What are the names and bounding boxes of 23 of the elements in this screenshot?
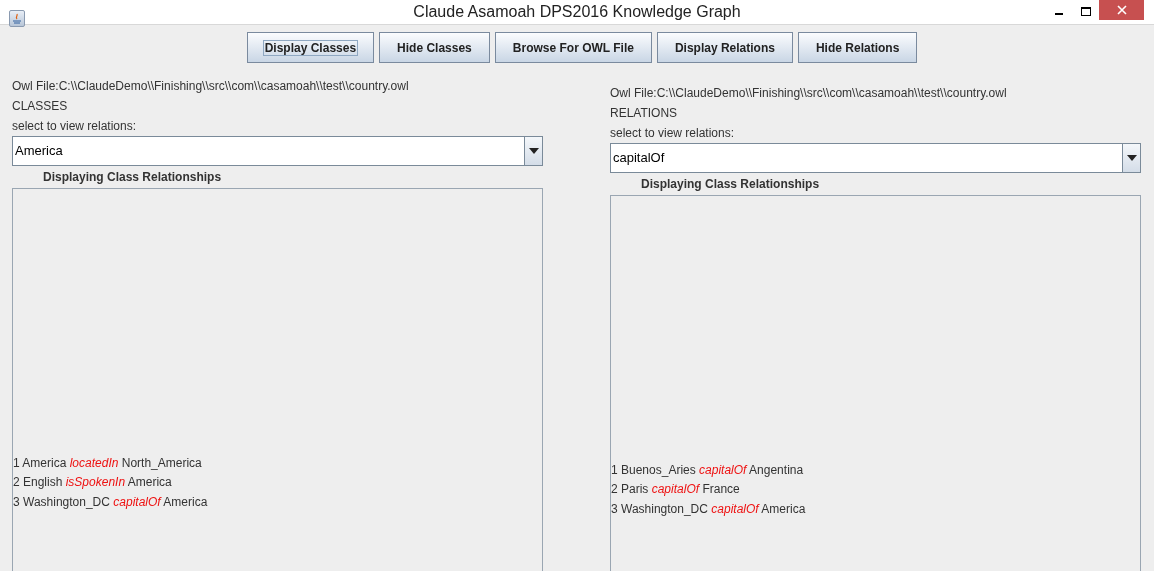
toolbar-button[interactable]: Display Relations (656, 32, 793, 63)
caret-icon (1122, 144, 1140, 172)
window-title: Claude Asamoah DPS2016 Knowledge Graph (413, 2, 741, 22)
relation-line: 2 Paris capitalOf France (611, 481, 741, 498)
caption: Displaying Class Relationships (42, 169, 222, 186)
toolbar-button[interactable]: Browse For OWL File (494, 32, 652, 63)
caption: Displaying Class Relationships (640, 176, 820, 193)
file-path: Owl File:C:\\ClaudeDemo\\Finishing\\src\\com\\casamoah\\test\\country.owl (610, 85, 1008, 102)
section-heading: RELATIONS (610, 105, 679, 122)
section-heading: CLASSES (12, 98, 69, 115)
relation-line: 2 English isSpokenIn America (13, 474, 173, 491)
relation-line: 1 America locatedIn North_America (13, 454, 203, 472)
select-label: select to view relations: (12, 118, 138, 135)
dropdown[interactable]: capitalOf (610, 143, 1141, 173)
app-icon (9, 10, 25, 27)
toolbar-button[interactable]: Display Classes (246, 32, 375, 63)
select-label: select to view relations: (610, 125, 736, 142)
file-path: Owl File:C:\\ClaudeDemo\\Finishing\\src\\com\\casamoah\\test\\country.owl (12, 78, 410, 95)
dropdown[interactable]: America (12, 136, 543, 166)
toolbar-button[interactable]: Hide Classes (379, 32, 490, 63)
toolbar-button[interactable]: Hide Relations (797, 32, 918, 63)
close-icon (1116, 5, 1127, 15)
caret-icon (524, 137, 542, 165)
